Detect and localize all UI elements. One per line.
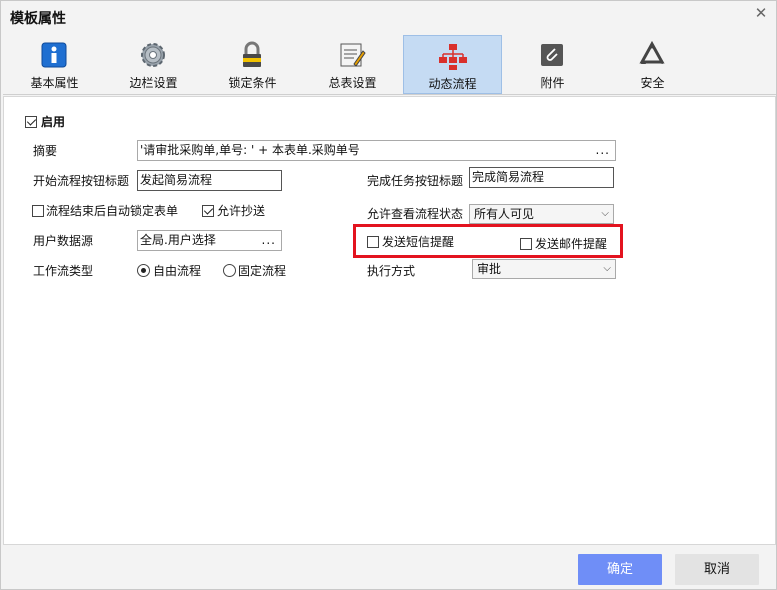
tab-sidebar-settings[interactable]: 边栏设置: [104, 35, 203, 94]
radio-free-workflow-label: 自由流程: [153, 264, 202, 278]
user-source-browse-button[interactable]: ...: [262, 231, 276, 250]
workflow-type-label: 工作流类型: [33, 264, 94, 278]
summary-field[interactable]: '请审批采购单,单号: ' + 本表单.采购单号 ...: [137, 140, 616, 161]
tab-dynamic-workflow[interactable]: 动态流程: [403, 35, 502, 94]
email-notify-label: 发送邮件提醒: [535, 237, 608, 251]
paperclip-icon: [541, 44, 563, 66]
radio-free-workflow[interactable]: [137, 264, 150, 277]
exec-mode-select[interactable]: 审批 ⌵: [472, 259, 616, 279]
tab-summary-settings[interactable]: 总表设置: [303, 35, 402, 94]
view-status-select[interactable]: 所有人可见 ⌵: [469, 204, 614, 224]
cancel-button[interactable]: 取消: [675, 554, 759, 585]
flowchart-icon: [439, 44, 467, 70]
tab-label: 安全: [640, 76, 665, 90]
sms-notify-checkbox[interactable]: [367, 236, 379, 248]
ok-button[interactable]: 确定: [578, 554, 662, 585]
tab-label: 总表设置: [328, 76, 377, 90]
start-title-label: 开始流程按钮标题: [33, 174, 130, 188]
info-icon: [41, 42, 67, 68]
summary-label: 摘要: [33, 144, 58, 158]
tab-toolbar: 基本属性 边栏设置 锁定条件 总表设置 动态流程 附件 安全: [3, 32, 776, 95]
user-source-field[interactable]: 全局.用户选择 ...: [137, 230, 282, 251]
dialog-title: 模板属性: [10, 11, 66, 27]
tab-basic-properties[interactable]: 基本属性: [5, 35, 104, 94]
view-status-label: 允许查看流程状态: [367, 207, 464, 221]
tab-attachments[interactable]: 附件: [503, 35, 602, 94]
allow-cc-checkbox[interactable]: [202, 205, 214, 217]
radio-fixed-workflow-label: 固定流程: [238, 264, 287, 278]
recycle-icon: [639, 40, 665, 64]
edit-sheet-icon: [340, 43, 366, 67]
sms-notify-label: 发送短信提醒: [382, 235, 455, 249]
finish-title-label: 完成任务按钮标题: [367, 174, 464, 188]
radio-fixed-workflow[interactable]: [223, 264, 236, 277]
enable-checkbox[interactable]: [25, 116, 37, 128]
allow-cc-label: 允许抄送: [217, 204, 266, 218]
workflow-settings-panel: [3, 96, 776, 545]
exec-mode-label: 执行方式: [367, 264, 416, 278]
start-title-input[interactable]: 发起简易流程: [137, 170, 282, 191]
lock-icon: [243, 41, 261, 67]
tab-label: 动态流程: [428, 77, 477, 91]
exec-mode-value: 审批: [477, 262, 502, 276]
auto-lock-label: 流程结束后自动锁定表单: [46, 204, 179, 218]
tab-label: 边栏设置: [129, 76, 178, 90]
auto-lock-checkbox[interactable]: [32, 205, 44, 217]
finish-title-input[interactable]: 完成简易流程: [469, 167, 614, 188]
tab-label: 附件: [540, 76, 565, 90]
view-status-value: 所有人可见: [474, 207, 535, 221]
tab-label: 锁定条件: [228, 76, 277, 90]
summary-value: '请审批采购单,单号: ' + 本表单.采购单号: [140, 143, 360, 157]
tab-label: 基本属性: [30, 76, 79, 90]
chevron-down-icon: ⌵: [601, 208, 609, 219]
close-icon[interactable]: ✕: [751, 3, 771, 23]
user-source-label: 用户数据源: [33, 234, 94, 248]
summary-browse-button[interactable]: ...: [596, 141, 610, 160]
template-properties-dialog: 模板属性 ✕ 基本属性 边栏设置 锁定条件 总表设置 动态流程 附件 安全 启用…: [0, 0, 777, 590]
chevron-down-icon: ⌵: [603, 263, 611, 274]
user-source-value: 全局.用户选择: [140, 233, 216, 247]
gear-icon: [141, 43, 165, 67]
tab-security[interactable]: 安全: [603, 35, 702, 94]
enable-label: 启用: [41, 115, 66, 129]
tab-lock-conditions[interactable]: 锁定条件: [203, 35, 302, 94]
email-notify-checkbox[interactable]: [520, 238, 532, 250]
